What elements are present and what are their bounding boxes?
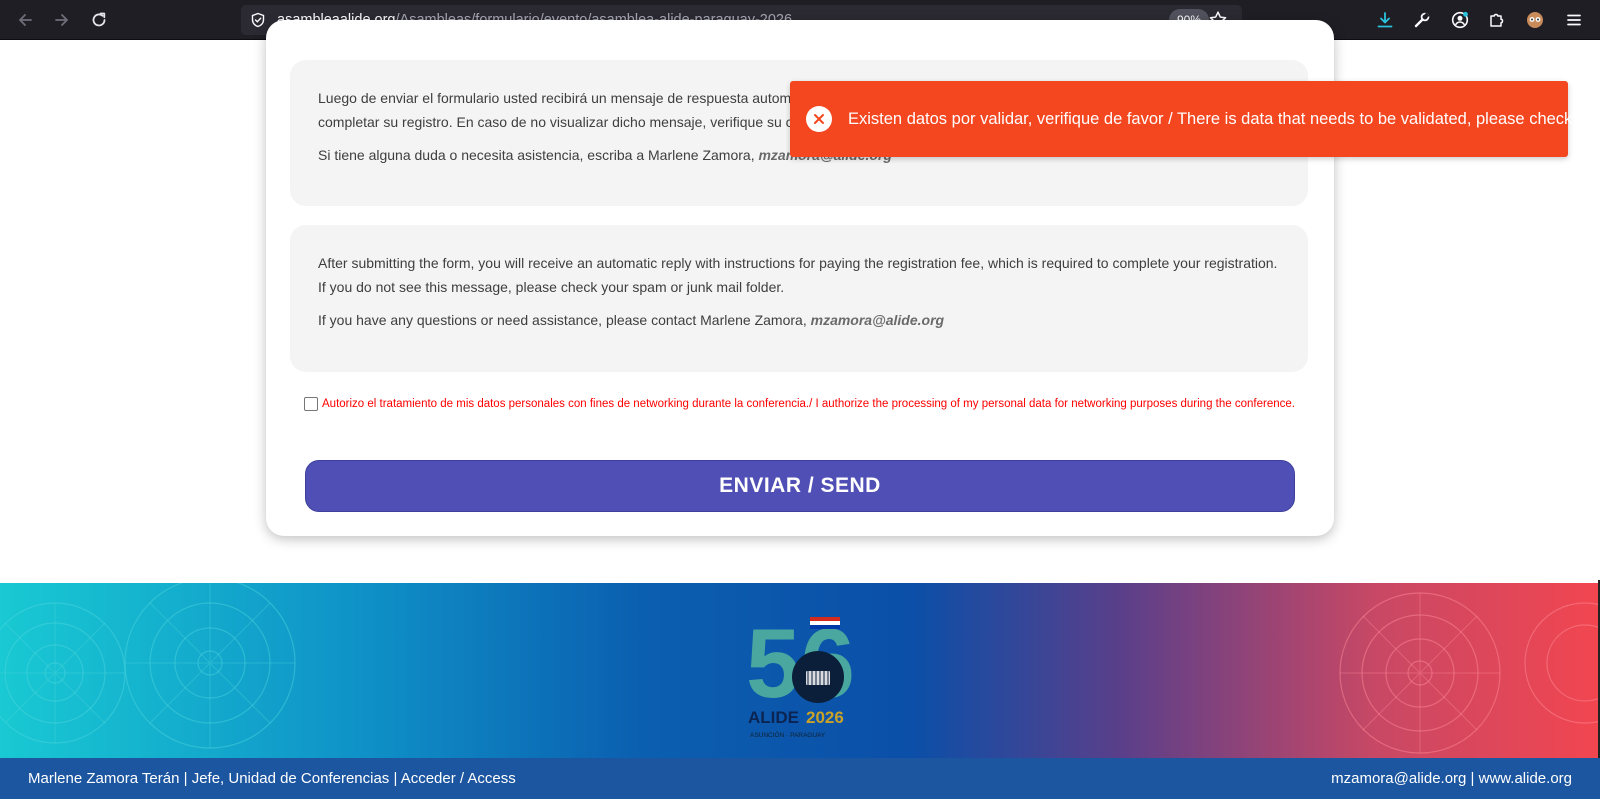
account-button[interactable]	[1448, 8, 1472, 32]
error-x-icon	[806, 106, 832, 132]
footer-contact-left[interactable]: Marlene Zamora Terán | Jefe, Unidad de C…	[28, 758, 516, 799]
footer-bar: Marlene Zamora Terán | Jefe, Unidad de C…	[0, 758, 1600, 799]
validation-error-toast: Existen datos por validar, verifique de …	[790, 81, 1572, 157]
alide-56-logo: 56 ALIDE 2026 ASUNCIÓN · PARAGUAY	[746, 605, 856, 743]
profile-icon	[1527, 12, 1543, 28]
consent-label[interactable]: Autorizo el tratamiento de mis datos per…	[322, 398, 1295, 410]
reload-button[interactable]	[83, 4, 115, 36]
extensions-icon	[1490, 13, 1504, 27]
devtools-button[interactable]	[1410, 8, 1434, 32]
app-menu-button[interactable]	[1562, 8, 1586, 32]
extensions-button[interactable]	[1485, 8, 1509, 32]
english-contact-text: If you have any questions or need assist…	[318, 312, 807, 328]
spanish-contact-text: Si tiene alguna duda o necesita asistenc…	[318, 147, 755, 163]
reload-icon	[92, 12, 106, 27]
mandala-pattern-right	[1339, 592, 1600, 754]
event-banner: 56 ALIDE 2026 ASUNCIÓN · PARAGUAY	[0, 583, 1600, 758]
shield-icon[interactable]	[250, 12, 266, 28]
forward-button[interactable]	[46, 4, 78, 36]
back-button[interactable]	[9, 4, 41, 36]
menu-icon	[1567, 14, 1581, 26]
logo-year: 2026	[806, 708, 844, 727]
consent-checkbox[interactable]	[304, 397, 318, 411]
mandala-pattern-left	[0, 583, 296, 749]
english-info-box: After submitting the form, you will rece…	[290, 225, 1308, 372]
logo-brand: ALIDE	[748, 708, 799, 727]
english-info-text: After submitting the form, you will rece…	[318, 255, 1278, 295]
back-icon	[19, 14, 32, 26]
toast-message: Existen datos por validar, verifique de …	[848, 110, 1573, 128]
download-icon	[1377, 12, 1393, 28]
wrench-icon	[1414, 12, 1430, 28]
downloads-button[interactable]	[1373, 8, 1397, 32]
forward-icon	[55, 14, 68, 26]
logo-city: ASUNCIÓN · PARAGUAY	[750, 730, 826, 739]
consent-row: Autorizo el tratamiento de mis datos per…	[304, 397, 1314, 411]
profile-button[interactable]	[1523, 8, 1547, 32]
send-button[interactable]: ENVIAR / SEND	[305, 460, 1295, 512]
english-contact-line: If you have any questions or need assist…	[318, 308, 1284, 332]
account-icon	[1451, 11, 1469, 29]
footer-contact-right[interactable]: mzamora@alide.org | www.alide.org	[1331, 758, 1572, 799]
english-contact-email[interactable]: mzamora@alide.org	[811, 312, 944, 328]
